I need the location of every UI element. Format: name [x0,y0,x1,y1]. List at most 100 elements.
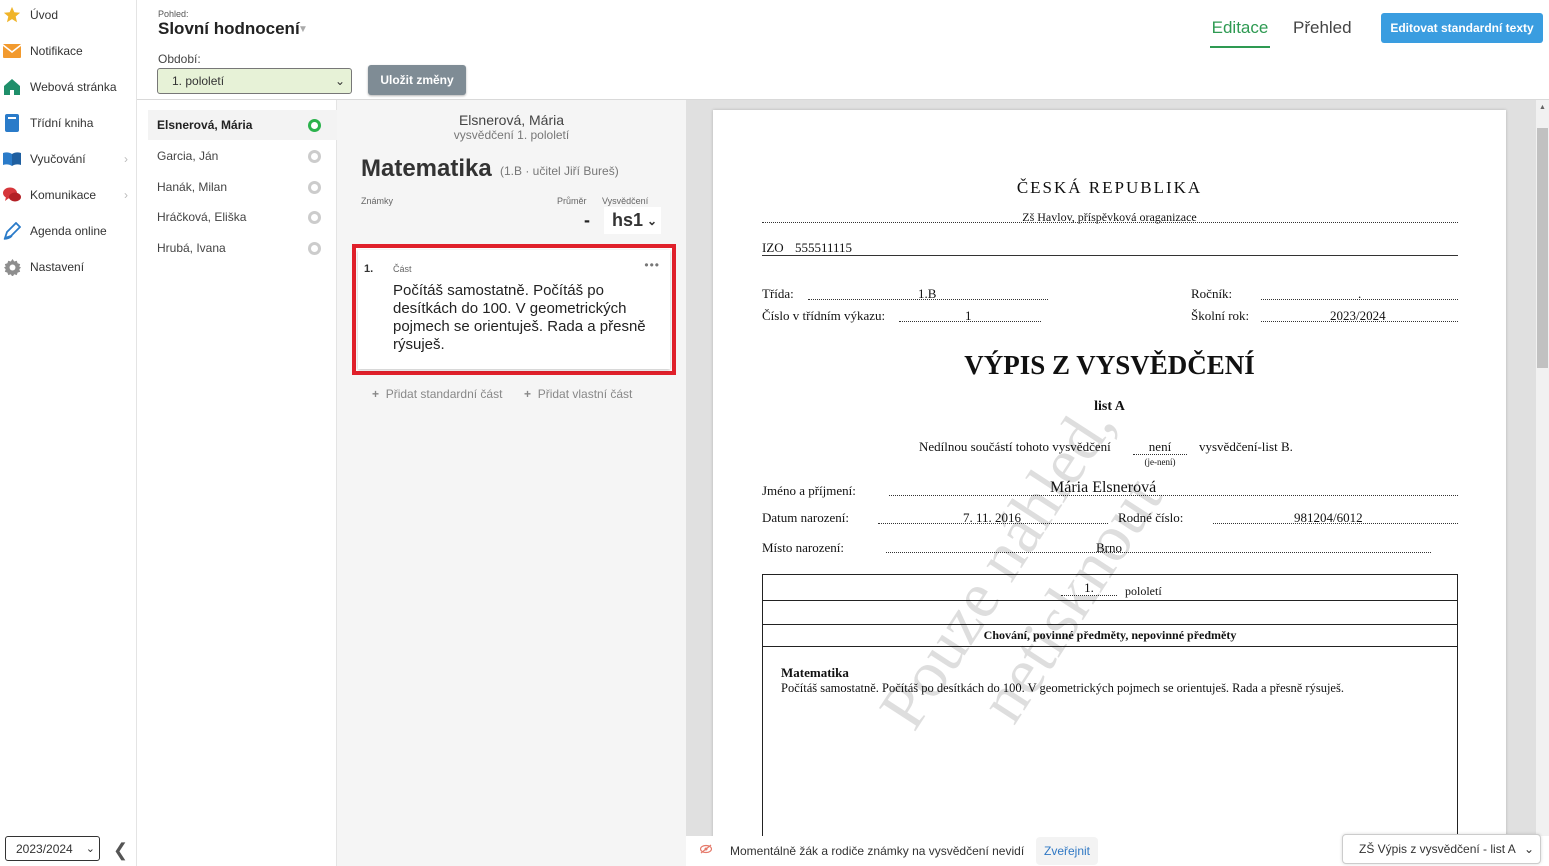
chevron-right-icon: › [124,152,128,166]
doc-dotted-line [899,321,1041,322]
star-icon [3,6,21,24]
student-name: Hráčková, Eliška [157,210,247,224]
nav-label: Komunikace [30,188,97,202]
nav-label: Notifikace [30,44,83,58]
nav-item-webova-stranka[interactable]: Webová stránka [0,72,136,102]
subject-meta: (1.B · učitel Jiří Bureš) [500,164,619,178]
visibility-notice: Momentálně žák a rodiče známky na vysvěd… [730,844,1025,858]
certificate-grade-value: hs1 [612,210,644,230]
publish-button[interactable]: Zveřejnit [1036,837,1098,865]
doc-dotted-line [1261,321,1458,322]
add-standard-part-button[interactable]: + Přidat standardní část [372,387,502,401]
scrollbar-thumb[interactable] [1537,128,1548,368]
nav-item-tridni-kniha[interactable]: Třídní kniha [0,108,136,138]
plus-icon: + [372,387,380,401]
period-value: 1. pololetí [172,74,225,88]
nav-item-agenda-online[interactable]: Agenda online [0,216,136,246]
certificate-label: Vysvědčení [602,196,649,206]
part-label: Část [393,264,412,274]
student-name: Garcia, Ján [157,149,219,163]
grades-label: Známky [361,196,394,206]
school-year-select[interactable]: 2023/2024 ⌄ [5,836,100,861]
more-options-icon[interactable]: ••• [644,258,660,272]
chat-icon [3,186,21,204]
doc-subject-title: Matematika [781,665,849,680]
evaluation-editor: Elsnerová, Mária vysvědčení 1. pololetí … [337,100,686,866]
doc-birth-label: Datum narození: [762,510,849,525]
doc-dotted-line [1261,299,1458,300]
view-dropdown-icon[interactable]: ▼ [298,24,308,35]
period-label: Období: [158,52,201,66]
nav-item-komunikace[interactable]: Komunikace › [0,180,136,210]
add-own-part-button[interactable]: + Přidat vlastní část [524,387,632,401]
part-text[interactable]: Počítáš samostatně. Počítáš po desítkách… [393,282,668,354]
doc-place-label: Místo narození: [762,540,844,555]
part-card-inner: 1. Část ••• Počítáš samostatně. Počítáš … [358,250,670,369]
view-label: Pohled: [158,9,189,19]
view-title[interactable]: Slovní hodnocení [158,19,300,39]
collapse-sidebar-icon[interactable]: ❮ [113,840,128,861]
doc-separator [762,255,1458,256]
pen-icon [3,222,21,240]
doc-term-label: pololetí [1125,584,1162,598]
nav-item-vyucovani[interactable]: Vyučování › [0,144,136,174]
main-navigation: Úvod Notifikace Webová stránka Třídní kn… [0,0,137,866]
scroll-up-icon[interactable]: ▲ [1539,104,1546,111]
doc-dotted-line [1213,523,1458,524]
average-label: Průměr [557,196,587,206]
doc-title: VÝPIS Z VYSVĚDČENÍ [964,350,1255,380]
school-year-value: 2023/2024 [16,841,73,856]
nav-label: Třídní kniha [30,116,94,130]
top-bar: Pohled: Slovní hodnocení ▼ Období: 1. po… [137,0,1549,100]
nav-item-nastaveni[interactable]: Nastavení [0,252,136,282]
certificate-grade-select[interactable]: hs1 ⌄ [604,207,661,234]
student-item[interactable]: Hrubá, Ivana [148,233,337,263]
student-item[interactable]: Garcia, Ján [148,141,337,171]
save-changes-button[interactable]: Uložit změny [368,65,466,95]
template-select[interactable]: ZŠ Výpis z vysvědčení - list A ⌄ [1342,834,1541,864]
student-item[interactable]: Hráčková, Eliška [148,202,337,232]
add-standard-part-label: Přidat standardní část [385,387,503,401]
doc-izo-label: IZO [762,240,784,255]
doc-dotted-line [808,299,1048,300]
doc-name-label: Jméno a příjmení: [762,483,856,498]
chevron-down-icon: ⌄ [334,74,345,88]
chevron-down-icon: ⌄ [85,843,95,855]
chevron-down-icon: ⌄ [646,213,657,228]
doc-section-row: Chování, povinné předměty, nepovinné pře… [763,625,1457,647]
period-select[interactable]: 1. pololetí ⌄ [157,68,352,94]
preview-scrollbar[interactable]: ▲ [1536,100,1549,836]
student-item[interactable]: Elsnerová, Mária [148,110,337,140]
nav-item-notifikace[interactable]: Notifikace [0,36,136,66]
chevron-right-icon: › [124,188,128,202]
house-icon [3,78,21,96]
nav-item-uvod[interactable]: Úvod [0,0,136,30]
student-item[interactable]: Hanák, Milan [148,172,337,202]
chevron-down-icon: ⌄ [1521,842,1534,856]
part-number: 1. [364,263,374,275]
tab-prehled[interactable]: Přehled [1293,18,1352,38]
nav-label: Nastavení [30,260,85,274]
certificate-document: ČESKÁ REPUBLIKA Zš Havlov, příspěvková o… [713,110,1506,836]
edit-standard-texts-button[interactable]: Editovat standardní texty [1381,13,1543,43]
editor-subtitle: vysvědčení 1. pololetí [453,128,570,142]
student-name: Hrubá, Ivana [157,241,226,255]
doc-section-header: Chování, povinné předměty, nepovinné pře… [983,628,1237,642]
status-dot-icon [308,241,321,255]
nav-label: Agenda online [30,224,107,238]
doc-school-year-label: Školní rok: [1191,308,1250,323]
book-icon [3,114,21,132]
template-value: ZŠ Výpis z vysvědčení - list A [1359,842,1516,856]
plus-icon: + [524,387,532,401]
evaluation-part-card[interactable]: 1. Část ••• Počítáš samostatně. Počítáš … [352,244,676,375]
doc-integral-suffix: vysvědčení-list B. [1199,439,1293,454]
status-dot-icon [308,180,321,194]
editor-student-name: Elsnerová, Mária [458,112,565,128]
certificate-preview[interactable]: ČESKÁ REPUBLIKA Zš Havlov, příspěvková o… [686,100,1536,836]
nav-label: Webová stránka [30,80,117,94]
student-name: Hanák, Milan [157,180,228,194]
doc-reg-label: Číslo v třídním výkazu: [762,308,886,323]
status-dot-icon [308,210,321,224]
nav-label: Vyučování [30,152,86,166]
tab-editace[interactable]: Editace [1210,18,1270,48]
